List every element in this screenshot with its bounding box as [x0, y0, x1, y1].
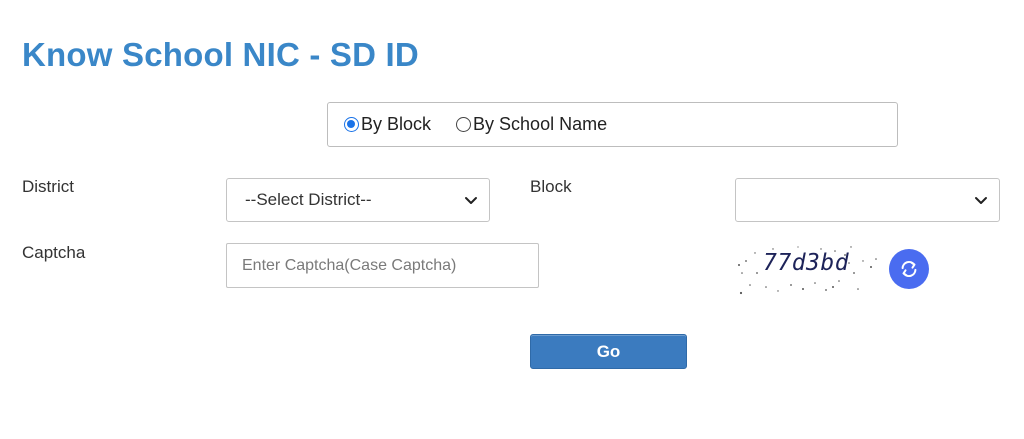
- district-select-value: --Select District--: [245, 190, 372, 209]
- block-select[interactable]: [735, 178, 1000, 222]
- chevron-down-icon: [465, 197, 477, 204]
- refresh-captcha-button[interactable]: [889, 249, 929, 289]
- captcha-input[interactable]: [226, 243, 539, 288]
- radio-label-by-school-name: By School Name: [473, 114, 608, 134]
- block-label: Block: [530, 177, 572, 196]
- go-button[interactable]: Go: [530, 334, 687, 369]
- captcha-text: 77d3bd: [763, 250, 850, 276]
- search-mode-radio-group: By Block By School Name: [327, 102, 898, 147]
- captcha-label: Captcha: [22, 243, 86, 262]
- district-label: District: [22, 177, 74, 196]
- page-title: Know School NIC - SD ID: [22, 36, 419, 73]
- radio-label-by-block: By Block: [361, 114, 432, 134]
- radio-button-unchecked[interactable]: [456, 117, 472, 132]
- radio-button-checked[interactable]: [344, 117, 359, 132]
- refresh-icon: [901, 260, 917, 278]
- chevron-down-icon: [975, 197, 987, 204]
- radio-by-school-name[interactable]: By School Name: [456, 114, 607, 135]
- district-select[interactable]: --Select District--: [226, 178, 490, 222]
- radio-by-block[interactable]: By Block: [344, 114, 431, 135]
- captcha-image: 77d3bd: [733, 243, 883, 297]
